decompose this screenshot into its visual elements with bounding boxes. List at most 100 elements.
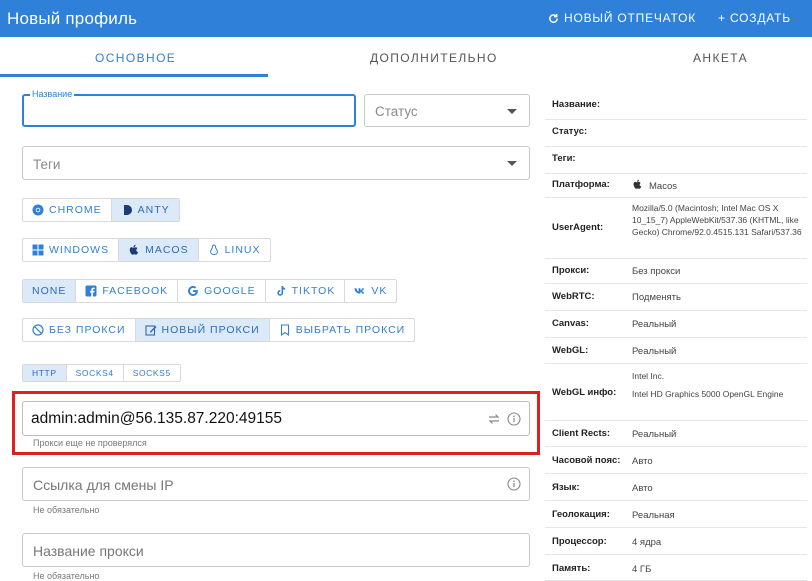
- summary-key: Часовой пояс:: [552, 455, 621, 466]
- summary-row-webgl: WebGL: Реальный: [545, 338, 807, 364]
- status-placeholder: Статус: [375, 104, 418, 119]
- summary-key: Canvas:: [552, 318, 589, 329]
- summary-key: Статус:: [552, 126, 588, 137]
- summary-row-language: Язык: Авто: [545, 474, 807, 501]
- os-linux-button[interactable]: LINUX: [199, 239, 270, 261]
- info-icon[interactable]: [507, 477, 521, 491]
- proxy-status-hint: Прокси еще не проверялся: [33, 438, 147, 448]
- tags-select[interactable]: Теги: [22, 146, 530, 180]
- summary-key: WebRTC:: [552, 291, 595, 302]
- proxy-select-button[interactable]: ВЫБРАТЬ ПРОКСИ: [270, 319, 415, 341]
- tab-bar: ОСНОВНОЕ ДОПОЛНИТЕЛЬНО АНКЕТА: [0, 37, 812, 77]
- ip-change-hint: Не обязательно: [33, 505, 100, 515]
- summary-row-geolocation: Геолокация: Реальная: [545, 501, 807, 528]
- proxy-select-label: ВЫБРАТЬ ПРОКСИ: [295, 324, 406, 336]
- summary-key: UserAgent:: [552, 222, 604, 233]
- tiktok-icon: [276, 286, 285, 296]
- new-fingerprint-button[interactable]: НОВЫЙ ОТПЕЧАТОК: [548, 11, 696, 25]
- summary-key: Теги:: [552, 153, 576, 164]
- tags-placeholder: Теги: [33, 157, 61, 172]
- summary-value: 4 ГБ: [632, 564, 652, 575]
- create-button[interactable]: + СОЗДАТЬ: [718, 11, 791, 25]
- linux-icon: [209, 244, 218, 256]
- active-tab-indicator: [0, 74, 268, 77]
- summary-key: WebGL:: [552, 345, 589, 356]
- tab-questionnaire[interactable]: АНКЕТА: [693, 51, 748, 65]
- edit-icon: [144, 325, 157, 336]
- os-macos-button[interactable]: MACOS: [119, 239, 199, 261]
- account-type-selector: NONE FACEBOOK GOOGLE TIKTOK VK: [22, 279, 398, 303]
- useragent-value: Mozilla/5.0 (Macintosh; Intel Mac OS X 1…: [632, 203, 802, 237]
- summary-row-proxy: Прокси: Без прокси: [545, 259, 807, 284]
- windows-icon: [32, 244, 44, 256]
- protocol-http-button[interactable]: HTTP: [23, 365, 67, 381]
- os-windows-label: WINDOWS: [49, 244, 110, 256]
- social-facebook-button[interactable]: FACEBOOK: [76, 280, 179, 302]
- social-none-label: NONE: [32, 285, 67, 297]
- summary-value: 4 ядра: [632, 537, 662, 548]
- browser-chrome-label: CHROME: [49, 204, 102, 216]
- summary-key: Client Rects:: [552, 428, 611, 439]
- social-tiktok-button[interactable]: TIKTOK: [266, 280, 346, 302]
- proxy-new-button[interactable]: НОВЫЙ ПРОКСИ: [135, 319, 270, 341]
- summary-row-cpu: Процессор: 4 ядра: [545, 528, 807, 555]
- summary-value: Реальный: [632, 429, 677, 440]
- summary-row-tags: Теги:: [545, 147, 807, 174]
- protocol-socks5-button[interactable]: SOCKS5: [124, 365, 180, 381]
- tab-advanced[interactable]: ДОПОЛНИТЕЛЬНО: [370, 51, 498, 65]
- summary-value: Авто: [632, 483, 653, 494]
- vk-icon: [354, 288, 365, 294]
- summary-value: Подменять: [632, 292, 681, 303]
- summary-key: Язык:: [552, 482, 580, 493]
- summary-value: Macos: [632, 179, 677, 193]
- webgl-vendor-value: Intel Inc.: [632, 371, 665, 381]
- tab-basic[interactable]: ОСНОВНОЕ: [95, 51, 176, 65]
- chevron-down-icon: [507, 161, 517, 166]
- apple-icon: [129, 244, 139, 255]
- summary-row-platform: Платформа: Macos: [545, 174, 807, 198]
- app-header: Новый профиль НОВЫЙ ОТПЕЧАТОК + СОЗДАТЬ: [0, 0, 812, 37]
- protocol-socks4-button[interactable]: SOCKS4: [67, 365, 124, 381]
- social-vk-label: VK: [371, 285, 388, 297]
- summary-value: Реальный: [632, 319, 677, 330]
- summary-row-name: Название:: [545, 86, 807, 120]
- info-icon[interactable]: [507, 412, 521, 426]
- social-google-button[interactable]: GOOGLE: [178, 280, 266, 302]
- proxy-new-label: НОВЫЙ ПРОКСИ: [161, 324, 260, 336]
- proxy-none-button[interactable]: БЕЗ ПРОКСИ: [23, 319, 136, 341]
- browser-anty-label: ANTY: [137, 204, 170, 216]
- browser-chrome-button[interactable]: CHROME: [23, 199, 112, 221]
- summary-row-webgl-info: WebGL инфо: Intel Inc. Intel HD Graphics…: [545, 364, 807, 421]
- summary-row-canvas: Canvas: Реальный: [545, 311, 807, 338]
- summary-key: Геолокация:: [552, 509, 610, 520]
- proxy-input[interactable]: admin:admin@56.135.87.220:49155: [22, 401, 530, 436]
- summary-row-webrtc: WebRTC: Подменять: [545, 284, 807, 311]
- summary-key: Процессор:: [552, 536, 607, 547]
- proxy-input-value: admin:admin@56.135.87.220:49155: [31, 410, 283, 427]
- no-proxy-icon: [32, 324, 44, 336]
- webgl-renderer-value: Intel HD Graphics 5000 OpenGL Engine: [632, 389, 784, 399]
- facebook-icon: [85, 285, 97, 297]
- proxy-name-input[interactable]: Название прокси: [22, 533, 530, 567]
- summary-value: Без прокси: [632, 266, 681, 277]
- summary-key: Платформа:: [552, 179, 610, 190]
- apple-icon: [633, 179, 642, 189]
- summary-key: Прокси:: [552, 265, 590, 276]
- os-linux-label: LINUX: [224, 244, 261, 256]
- swap-icon[interactable]: [487, 412, 501, 426]
- social-tiktok-label: TIKTOK: [291, 285, 336, 297]
- status-select[interactable]: Статус: [364, 94, 530, 127]
- browser-anty-button[interactable]: ANTY: [111, 199, 179, 221]
- os-windows-button[interactable]: WINDOWS: [23, 239, 120, 261]
- google-icon: [188, 286, 198, 296]
- browser-selector: CHROME ANTY: [22, 198, 180, 222]
- proxy-none-label: БЕЗ ПРОКСИ: [49, 324, 126, 336]
- social-none-button[interactable]: NONE: [23, 280, 77, 302]
- summary-key: Память:: [552, 563, 591, 574]
- summary-value: Реальный: [632, 346, 677, 357]
- platform-value: Macos: [649, 181, 677, 192]
- create-label: + СОЗДАТЬ: [718, 11, 791, 25]
- social-vk-button[interactable]: VK: [345, 280, 396, 302]
- ip-change-url-input[interactable]: Ссылка для смены IP: [22, 467, 530, 501]
- chevron-down-icon: [507, 109, 517, 114]
